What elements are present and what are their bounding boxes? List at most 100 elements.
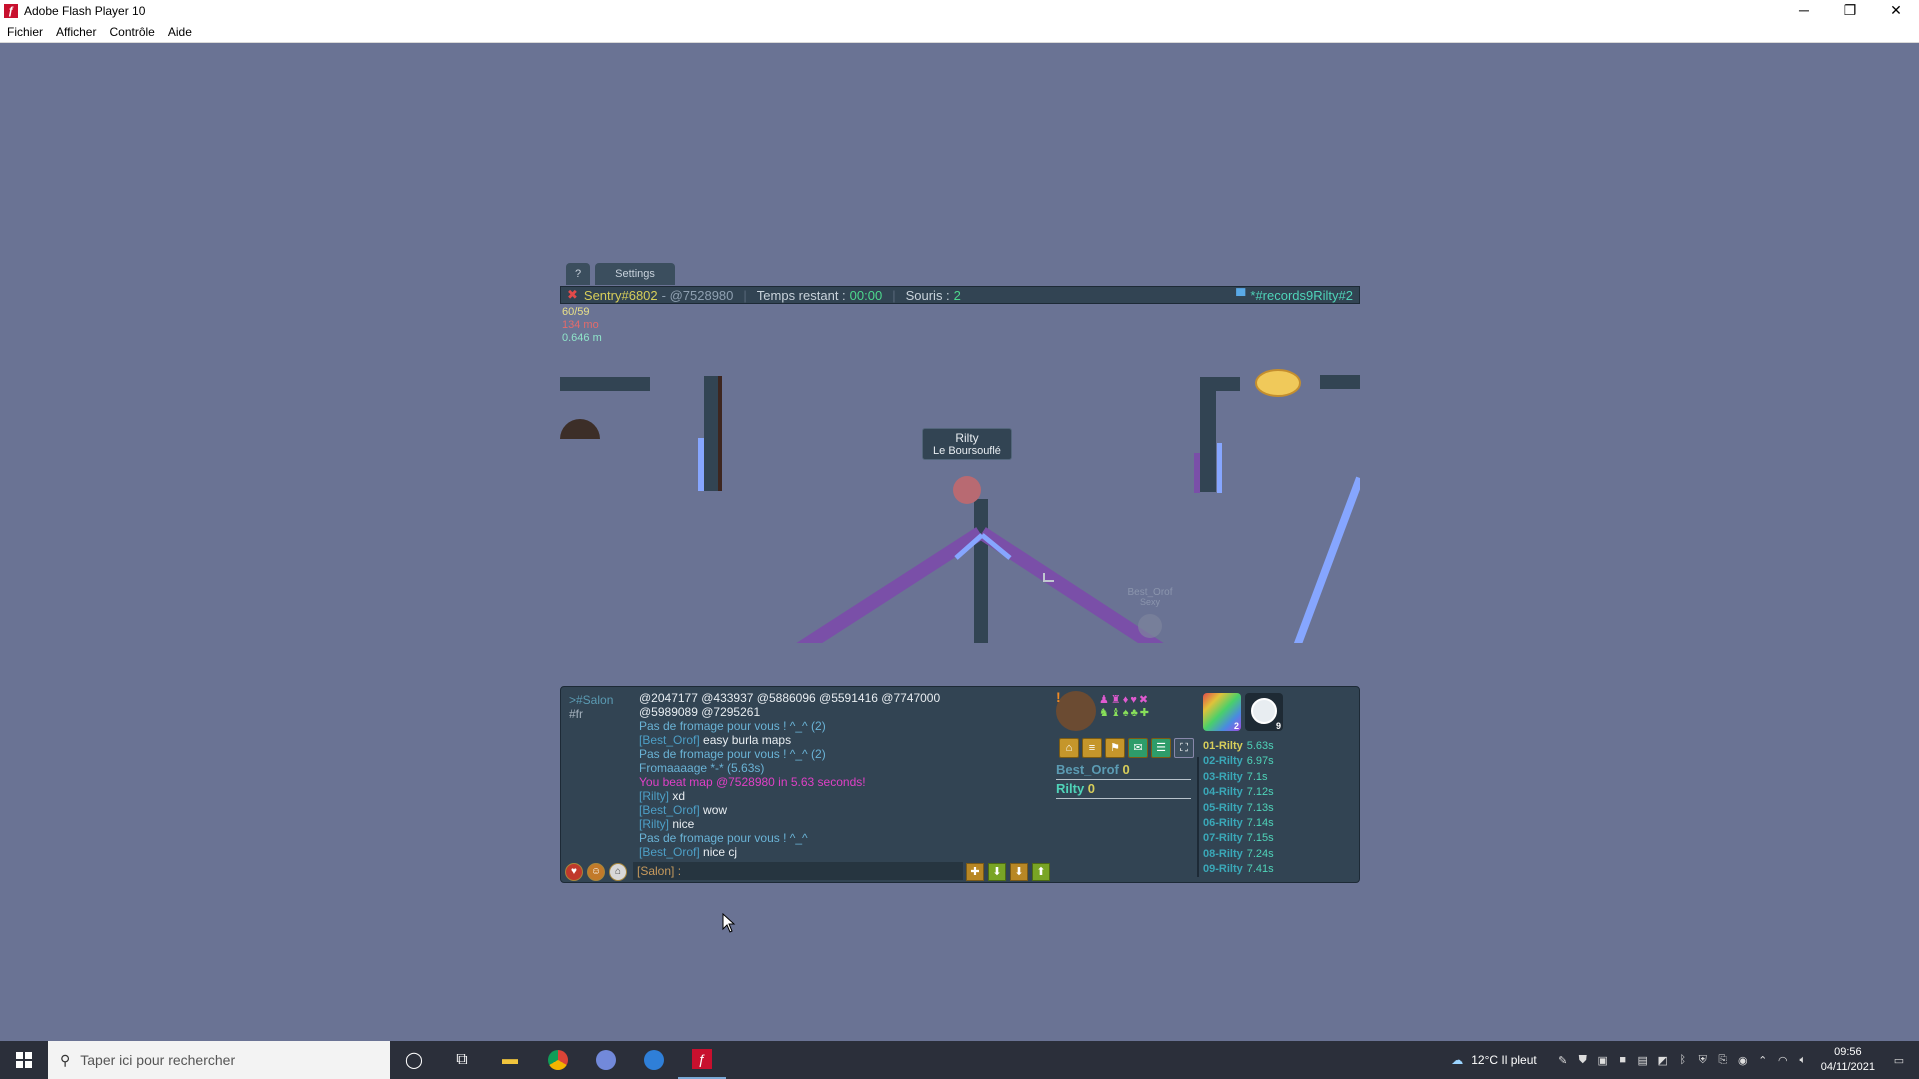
- shield-icon[interactable]: ⛊: [1573, 1054, 1593, 1067]
- system-tray: ☁ 12°C Il pleut ✎ ⛊ ▣ ■ ▤ ◩ ᛒ ⛨ ⎘ ◉ ⌃ ◠ …: [1451, 1041, 1919, 1079]
- chat-line: [Rilty] xd: [639, 789, 1039, 803]
- window-titlebar: ƒ Adobe Flash Player 10 ─ ❐ ✕: [0, 0, 1919, 22]
- hud-mice-label: Souris :: [905, 287, 950, 303]
- windows-logo-icon: [16, 1052, 32, 1068]
- badge-count: 2: [1233, 721, 1239, 731]
- ranking-time: 7.12s: [1246, 786, 1274, 799]
- usb-icon[interactable]: ⎘: [1713, 1054, 1733, 1067]
- taskbar-search[interactable]: ⚲ Taper ici pour rechercher: [48, 1041, 390, 1079]
- window-title: Adobe Flash Player 10: [24, 4, 146, 18]
- menu-controle[interactable]: Contrôle: [109, 25, 154, 39]
- notification-icon[interactable]: ▭: [1889, 1054, 1909, 1067]
- chat-text: xd: [669, 789, 686, 803]
- bluetooth-icon[interactable]: ᛒ: [1673, 1054, 1693, 1066]
- menu-fichier[interactable]: Fichier: [7, 25, 43, 39]
- volume-icon[interactable]: 🔈︎: [1793, 1054, 1813, 1067]
- chrome-icon[interactable]: [534, 1041, 582, 1079]
- shop-icon[interactable]: ⌂: [1059, 738, 1079, 758]
- home-button[interactable]: ⌂: [609, 863, 627, 881]
- game-hud: ✖ Sentry#6802 - @7528980 | Temps restant…: [560, 286, 1360, 304]
- arrow-up-button[interactable]: ⬆: [1032, 863, 1050, 881]
- tray-app-icon[interactable]: ▣: [1593, 1054, 1613, 1067]
- mouse-hole-icon: [560, 419, 600, 439]
- tribe-icon[interactable]: ⚑: [1105, 738, 1125, 758]
- ranking-time: 7.14s: [1246, 817, 1274, 830]
- security-icon[interactable]: ⛨: [1693, 1054, 1713, 1067]
- gamepad-icon[interactable]: ◩: [1653, 1054, 1673, 1067]
- channel-fr[interactable]: #fr: [569, 707, 613, 721]
- cheese-icon: [1255, 369, 1301, 397]
- menu-afficher[interactable]: Afficher: [56, 25, 96, 39]
- plus-button[interactable]: ✚: [966, 863, 984, 881]
- clock-time: 09:56: [1834, 1046, 1862, 1058]
- mouse-cursor-icon: [722, 913, 736, 933]
- chat-line: @5989089 @7295261: [639, 705, 761, 719]
- chat-author[interactable]: [Best_Orof]: [639, 733, 700, 747]
- friends-icon[interactable]: ☰: [1151, 738, 1171, 758]
- mouse-player-icon: [953, 476, 981, 504]
- pen-icon[interactable]: ✎: [1553, 1054, 1573, 1067]
- hud-mice-value: 2: [953, 287, 961, 303]
- fullscreen-icon[interactable]: ⛶: [1174, 738, 1194, 758]
- ranking-time: 7.15s: [1246, 832, 1274, 845]
- rainbow-badge-icon[interactable]: 2: [1203, 693, 1241, 731]
- score-name: Best_Orof: [1056, 762, 1119, 777]
- hud-room: ▀ *#records9Rilty#2: [1236, 288, 1353, 303]
- menu-aide[interactable]: Aide: [168, 25, 192, 39]
- ranking-time: 5.63s: [1246, 740, 1274, 752]
- chat-input[interactable]: [Salon] :: [633, 862, 963, 880]
- clock-badge-icon[interactable]: 9: [1245, 693, 1283, 731]
- task-view-icon[interactable]: ⧉: [438, 1041, 486, 1079]
- room-name: *#records9Rilty#2: [1250, 287, 1353, 303]
- help-tab[interactable]: ?: [566, 263, 590, 285]
- ranking-player: 03-Rilty: [1203, 770, 1243, 783]
- restore-icon[interactable]: ❐: [1827, 0, 1873, 22]
- wall-right-blue: [1217, 443, 1222, 493]
- score-value: 0: [1122, 762, 1130, 777]
- emote-toolbar[interactable]: ♟♜♦♥✖ ♞♝♠♣✚: [1099, 693, 1189, 729]
- chat-line: You beat map @7528980 in 5.63 seconds!: [639, 775, 866, 789]
- ghost-title: Sexy: [1140, 597, 1161, 607]
- chat-line: [Rilty] nice: [639, 817, 1039, 831]
- chat-author[interactable]: [Best_Orof]: [639, 803, 700, 817]
- chat-log: @2047177 @433937 @5886096 @5591416 @7747…: [639, 691, 1039, 859]
- wifi-icon[interactable]: ◠: [1773, 1054, 1793, 1067]
- nvidia-icon[interactable]: ■: [1613, 1054, 1633, 1066]
- chat-author[interactable]: [Rilty]: [639, 817, 669, 831]
- channel-list: >#Salon #fr: [569, 693, 613, 721]
- windows-start-button[interactable]: [0, 1041, 48, 1079]
- chat-line: Pas de fromage pour vous ! ^_^: [639, 831, 808, 845]
- game-area: ? Settings ✖ Sentry#6802 - @7528980 | Te…: [560, 263, 1360, 883]
- ranking-row: 01-Rilty 5.63s: [1203, 739, 1274, 754]
- chat-author[interactable]: [Best_Orof]: [639, 845, 700, 859]
- score-list: Best_Orof 0 Rilty 0: [1056, 761, 1191, 799]
- list-icon[interactable]: ≡: [1082, 738, 1102, 758]
- settings-tab[interactable]: Settings: [595, 263, 675, 285]
- chat-panel: >#Salon #fr @2047177 @433937 @5886096 @5…: [560, 686, 1360, 883]
- channel-salon[interactable]: >#Salon: [569, 693, 613, 707]
- chat-bubble-icon[interactable]: ✉: [1128, 738, 1148, 758]
- weather-text[interactable]: 12°C Il pleut: [1471, 1053, 1537, 1067]
- clock[interactable]: 09:56 04/11/2021: [1821, 1045, 1875, 1075]
- chevron-up-icon[interactable]: ⌃: [1753, 1054, 1773, 1067]
- heart-button[interactable]: ♥: [565, 863, 583, 881]
- discord-icon[interactable]: [582, 1041, 630, 1079]
- steam-icon[interactable]: ◉: [1733, 1054, 1753, 1067]
- cortana-icon[interactable]: ◯: [390, 1041, 438, 1079]
- emote-button[interactable]: ☺: [587, 863, 605, 881]
- ranking-row: 02-Rilty 6.97s: [1203, 754, 1274, 769]
- chat-author[interactable]: [Rilty]: [639, 789, 669, 803]
- close-icon[interactable]: ✕: [1873, 0, 1919, 22]
- monitor-icon[interactable]: ▤: [1633, 1054, 1653, 1067]
- flash-player-taskbar-icon[interactable]: ƒ: [678, 1041, 726, 1079]
- ranking-player: 02-Rilty: [1203, 755, 1243, 768]
- ranking-time: 7.13s: [1246, 801, 1274, 814]
- chat-line: Pas de fromage pour vous ! ^_^ (2): [639, 747, 826, 761]
- player-avatar[interactable]: [1056, 691, 1096, 731]
- hud-map-code: - @7528980: [661, 287, 734, 303]
- app-icon[interactable]: [630, 1041, 678, 1079]
- arrow-down-2-button[interactable]: ⬇: [1010, 863, 1028, 881]
- file-explorer-icon[interactable]: ▬: [486, 1041, 534, 1079]
- arrow-down-button[interactable]: ⬇: [988, 863, 1006, 881]
- minimize-icon[interactable]: ─: [1781, 0, 1827, 22]
